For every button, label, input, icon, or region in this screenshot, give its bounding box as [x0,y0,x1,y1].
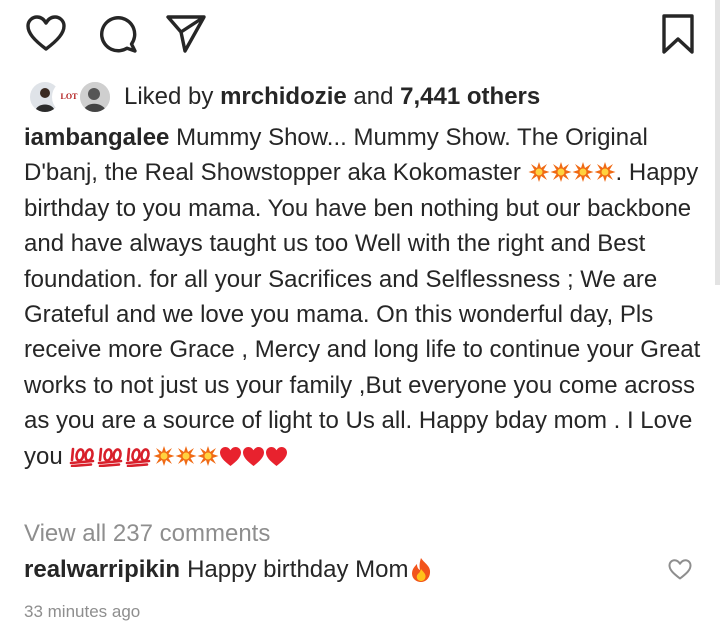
avatar [78,80,112,114]
fire-emoji-icon [411,558,430,582]
red-heart-emoji-icon [220,446,242,466]
comment-text: Happy birthday Mom [187,556,409,583]
action-bar [0,12,720,64]
top-comment: realwarripikin Happy birthday Mom [24,556,432,584]
collision-emoji-icon [594,162,616,183]
comment-like-button[interactable] [667,557,693,581]
likes-text: Liked by mrchidozie and 7,441 others [124,83,540,111]
collision-emoji-icon [550,162,572,183]
post-username[interactable]: iambangalee [24,124,169,151]
hundred-points-emoji-icon [98,447,123,467]
collision-emoji-icon [153,445,175,466]
comment-icon [100,16,137,53]
likes-middle: and [346,83,401,110]
red-heart-emoji-icon [266,446,288,466]
paper-plane-icon [166,15,206,53]
view-all-comments-link[interactable]: View all 237 comments [24,520,270,548]
heart-outline-icon [668,559,692,580]
hundred-points-emoji-icon [126,447,151,467]
heart-outline-icon [26,15,66,51]
collision-emoji-icon [572,162,594,183]
collision-emoji-icon [528,162,550,183]
like-button[interactable] [24,12,68,56]
hundred-points-emoji-icon [70,447,95,467]
collision-emoji-icon [197,445,219,466]
collision-emoji-icon [175,445,197,466]
likes-prefix: Liked by [124,83,221,110]
bookmark-icon [662,14,694,54]
post-caption: iambangalee Mummy Show... Mummy Show. Th… [24,120,704,474]
liked-by-user-link[interactable]: mrchidozie [220,83,347,110]
comment-button[interactable] [96,12,140,56]
caption-text-2: . Happy birthday to you mama. You have b… [24,159,701,470]
likes-row[interactable]: LOT Liked by mrchidozie and 7,441 others [28,79,540,115]
comment-username[interactable]: realwarripikin [24,556,180,584]
likes-count-link[interactable]: 7,441 others [400,83,540,110]
post-timestamp: 33 minutes ago [24,602,141,621]
red-heart-emoji-icon [243,446,265,466]
save-button[interactable] [656,12,700,56]
liker-avatars: LOT [28,80,112,114]
share-button[interactable] [164,12,208,56]
